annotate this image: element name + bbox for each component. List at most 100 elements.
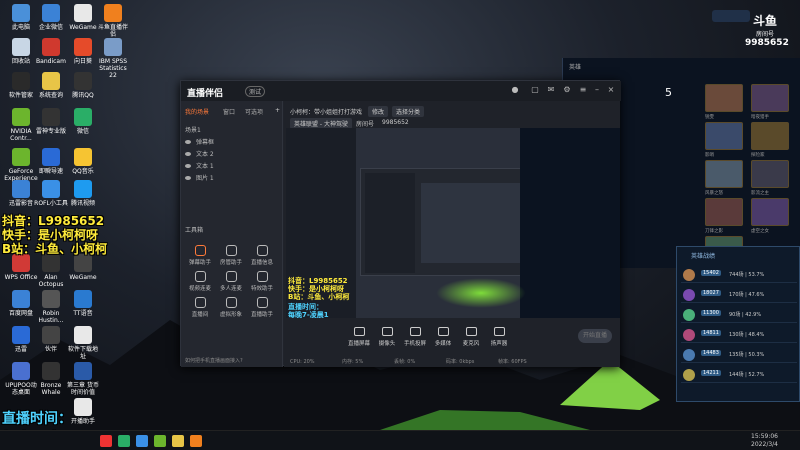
stream-toolbar[interactable] <box>712 10 750 22</box>
tool-group[interactable]: 多人连麦 <box>216 271 246 292</box>
source-speaker[interactable]: 扬声器 <box>484 327 514 347</box>
tool-user[interactable]: 房管助手 <box>216 245 246 266</box>
scene-item[interactable]: 文本 1 <box>185 161 214 170</box>
scene-item[interactable]: 弹幕框 <box>185 137 214 146</box>
desktop-icon[interactable]: UPUPOO动态桌面 <box>4 362 38 396</box>
desktop-icon[interactable]: 企业微信 <box>34 4 68 31</box>
tool-info[interactable]: 直播信息 <box>247 245 277 266</box>
scene-item[interactable]: 图片 1 <box>185 173 214 182</box>
tool-danmaku[interactable]: 弹幕助手 <box>185 245 215 266</box>
tab-window[interactable]: 窗口 <box>223 107 235 116</box>
eye-icon[interactable] <box>185 176 191 180</box>
desktop-icon[interactable]: ROFL小工具 <box>34 180 68 207</box>
hero-tile[interactable] <box>751 198 789 226</box>
category-button[interactable]: 选择分类 <box>392 106 425 117</box>
tab-options[interactable]: 可选项 <box>245 107 263 116</box>
hero-tile[interactable] <box>705 160 743 188</box>
hero-tile[interactable] <box>751 160 789 188</box>
browser-icon[interactable] <box>136 435 148 447</box>
desktop-icon[interactable]: 百度网盘 <box>4 290 38 317</box>
hero-tile[interactable] <box>751 122 789 150</box>
desktop-icon[interactable]: WeGame <box>66 4 100 31</box>
desktop-icon-label: 企业微信 <box>38 24 63 31</box>
desktop-icon[interactable]: Bandicam <box>34 38 68 65</box>
desktop-icon[interactable]: 腾讯QQ <box>66 72 100 99</box>
hero-tile[interactable] <box>751 84 789 112</box>
tool-assistant[interactable]: 直播助手 <box>247 297 277 318</box>
hero-tile[interactable] <box>705 122 743 150</box>
avatar-icon[interactable]: ● <box>511 86 519 94</box>
stats-row[interactable]: 14211 144场 | 52.7% <box>681 365 797 383</box>
add-scene-icon[interactable]: + <box>275 107 280 114</box>
desktop-icon[interactable]: WeGame <box>66 254 100 281</box>
close-icon[interactable]: × <box>607 86 615 94</box>
hero-tile[interactable] <box>705 198 743 226</box>
source-phone[interactable]: 手机投屏 <box>400 327 430 347</box>
desktop-icon[interactable]: 迅雷影音 <box>4 180 38 207</box>
folder-icon[interactable] <box>172 435 184 447</box>
desktop-icon[interactable]: NVIDIA Contr... <box>4 108 38 142</box>
eye-icon[interactable] <box>185 152 191 156</box>
nvidia-icon[interactable] <box>154 435 166 447</box>
menu-icon[interactable]: ≡ <box>579 86 587 94</box>
desktop-icon[interactable]: 回收站 <box>4 38 38 65</box>
desktop-icon[interactable]: 第三章 货币时间价值 <box>66 362 100 396</box>
minimize-icon[interactable]: – <box>593 86 601 94</box>
source-screen[interactable]: 直播屏幕 <box>344 327 374 347</box>
tool-heart[interactable]: 特效助手 <box>247 271 277 292</box>
desktop-icon[interactable]: 迅雷 <box>4 326 38 353</box>
desktop-icon[interactable]: WPS Office <box>4 254 38 281</box>
desktop-icon[interactable]: GeForce Experience <box>4 148 38 182</box>
desktop-icon[interactable]: 软件管家 <box>4 72 38 99</box>
tool-room[interactable]: 直播间 <box>185 297 215 318</box>
desktop-icon[interactable]: 微信 <box>66 108 100 135</box>
desktop-icon[interactable]: 斗鱼直播伴侣 <box>96 4 130 38</box>
phone-tip[interactable]: 如何把手机直播画面接入? <box>185 357 243 364</box>
message-icon[interactable]: ✉ <box>547 86 555 94</box>
stats-row[interactable]: 18027 170场 | 47.6% <box>681 285 797 303</box>
source-media[interactable]: 多媒体 <box>428 327 458 347</box>
stream-preview[interactable]: 抖音：L9985652 快手：是小柯柯呀 B站：斗鱼、小柯柯 直播时间： 每晚7… <box>286 128 620 318</box>
desktop-icon[interactable]: Robin Hustin... <box>34 290 68 324</box>
desktop-icon[interactable]: 即瞬导速 <box>34 148 68 175</box>
desktop-icon[interactable]: 腾讯视频 <box>66 180 100 207</box>
douyu-icon[interactable] <box>190 435 202 447</box>
desktop-icon[interactable]: TT语音 <box>66 290 100 317</box>
stats-row[interactable]: 15402 744场 | 53.7% <box>681 265 797 283</box>
clock[interactable]: 15:59:06 2022/3/4 <box>751 433 778 449</box>
desktop-icon[interactable]: Bronze Whale <box>34 362 68 396</box>
desktop-icon[interactable]: 系统查询 <box>34 72 68 99</box>
desktop-icon-label: 第三章 货币时间价值 <box>67 382 99 396</box>
stats-row[interactable]: 11300 90场 | 42.9% <box>681 305 797 323</box>
taskbar-app-icon[interactable] <box>100 435 112 447</box>
stats-row[interactable]: 14811 130场 | 48.4% <box>681 325 797 343</box>
desktop-icon[interactable]: Alan Octopus <box>34 254 68 288</box>
tab-my-scenes[interactable]: 我的场景 <box>185 107 209 116</box>
desktop-icon[interactable]: 软件下载地址 <box>66 326 100 360</box>
stats-row[interactable]: 14483 135场 | 50.3% <box>681 345 797 363</box>
desktop-icon[interactable]: QQ音乐 <box>66 148 100 175</box>
desktop-icon[interactable]: IBM SPSS Statistics 22 <box>96 38 130 79</box>
scene-header[interactable]: 场景1 <box>185 125 201 134</box>
desktop-icon[interactable]: 伙伴 <box>34 326 68 353</box>
wechat-icon[interactable] <box>118 435 130 447</box>
source-camera[interactable]: 摄像头 <box>372 327 402 347</box>
media-icon <box>437 327 449 336</box>
app-version[interactable]: 测试 <box>245 86 266 97</box>
settings-icon[interactable]: ⚙ <box>563 86 571 94</box>
edit-title-button[interactable]: 修改 <box>368 106 389 117</box>
skin-icon[interactable]: ▢ <box>531 86 539 94</box>
danmaku-icon <box>194 245 206 256</box>
hero-tile[interactable] <box>705 84 743 112</box>
desktop-icon[interactable]: 雷神专业版 <box>34 108 68 135</box>
tool-avatar[interactable]: 虚拟形象 <box>216 297 246 318</box>
source-mic[interactable]: 麦克风 <box>456 327 486 347</box>
start-live-button[interactable]: 开始直播 <box>578 329 612 343</box>
desktop-icon[interactable]: 此电脑 <box>4 4 38 31</box>
camera-icon <box>381 327 393 336</box>
eye-icon[interactable] <box>185 140 191 144</box>
eye-icon[interactable] <box>185 164 191 168</box>
desktop-icon[interactable]: 向日葵 <box>66 38 100 65</box>
tool-video[interactable]: 视频连麦 <box>185 271 215 292</box>
scene-item[interactable]: 文本 2 <box>185 149 214 158</box>
